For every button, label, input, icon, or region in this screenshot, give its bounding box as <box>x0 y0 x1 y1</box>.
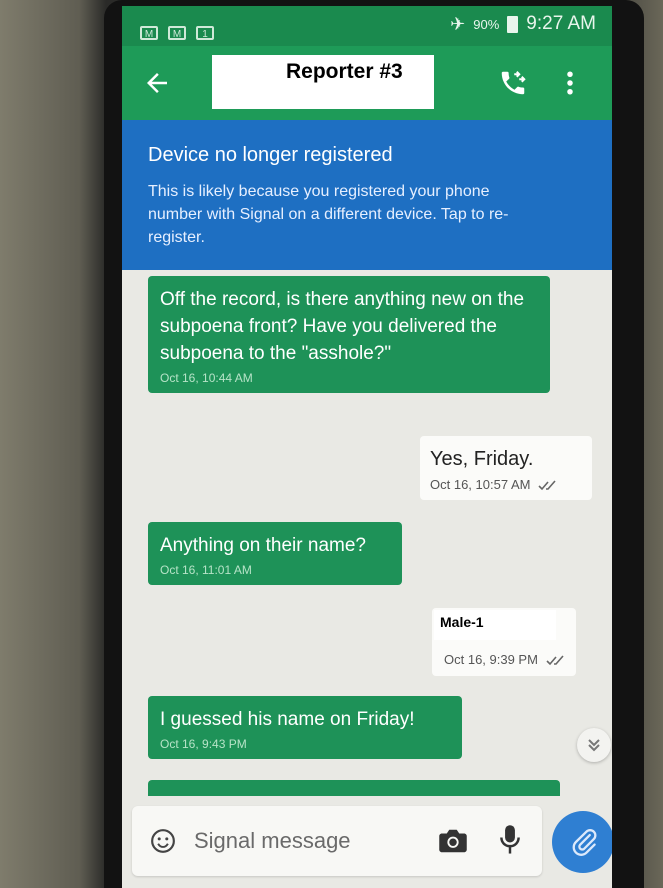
conversation-toolbar: Reporter #3 <box>122 46 612 120</box>
scroll-to-bottom-button[interactable] <box>577 728 611 762</box>
phone-icon[interactable] <box>498 68 528 98</box>
incoming-message-bubble[interactable]: Off the record, is there anything new on… <box>148 276 550 393</box>
compose-area <box>122 796 612 888</box>
message-timestamp: Oct 16, 9:39 PM <box>444 652 538 667</box>
banner-body: This is likely because you registered yo… <box>148 183 509 246</box>
message-timestamp: Oct 16, 11:01 AM <box>160 563 252 577</box>
arrow-left-icon[interactable] <box>142 68 172 98</box>
outgoing-message-bubble[interactable]: Yes, Friday. Oct 16, 10:57 AM <box>420 436 592 500</box>
clock: 9:27 AM <box>526 13 596 34</box>
emoji-icon[interactable] <box>150 828 176 854</box>
battery-percent: 90% <box>473 16 500 32</box>
double-check-icon <box>545 655 564 665</box>
message-timestamp: Oct 16, 10:44 AM <box>160 371 253 385</box>
gmail-icon: M <box>168 26 186 40</box>
compose-box <box>132 806 542 876</box>
message-text: I guessed his name on Friday! <box>160 709 415 730</box>
message-timestamp: Oct 16, 9:43 PM <box>160 737 247 751</box>
calendar-icon: 1 <box>196 26 214 40</box>
message-text: Anything on their name? <box>160 535 366 556</box>
phone-screen: M M 1 ✈ 90% 9:27 AM Reporter #3 Device n… <box>122 6 612 888</box>
message-timestamp: Oct 16, 10:57 AM <box>430 477 531 492</box>
outgoing-message-bubble[interactable]: Male-1 Oct 16, 9:39 PM <box>432 608 576 676</box>
double-chevron-down-icon <box>588 739 600 752</box>
incoming-message-bubble[interactable]: Anything on their name? Oct 16, 11:01 AM <box>148 522 402 585</box>
more-vertical-icon[interactable] <box>560 68 580 98</box>
microphone-icon[interactable] <box>500 824 520 856</box>
message-text: Male-1 <box>440 614 484 630</box>
message-input[interactable] <box>192 822 396 860</box>
status-bar: M M 1 ✈ 90% 9:27 AM <box>122 6 612 46</box>
message-text: Off the record, is there anything new on… <box>160 289 525 364</box>
paperclip-icon <box>572 829 597 856</box>
gmail-icon: M <box>140 26 158 40</box>
reregister-banner[interactable]: Device no longer registered This is like… <box>122 120 612 270</box>
battery-icon <box>507 15 519 33</box>
message-text: Yes, Friday. <box>430 448 534 470</box>
banner-title: Device no longer registered <box>148 144 393 166</box>
camera-icon[interactable] <box>438 828 468 854</box>
airplane-mode-icon: ✈ <box>450 13 466 34</box>
double-check-icon <box>538 480 556 490</box>
incoming-message-bubble[interactable]: I guessed his name on Friday! Oct 16, 9:… <box>148 696 462 759</box>
attach-button[interactable] <box>552 811 612 873</box>
conversation-title[interactable]: Reporter #3 <box>286 60 403 84</box>
notification-icons: M M 1 <box>140 26 214 40</box>
